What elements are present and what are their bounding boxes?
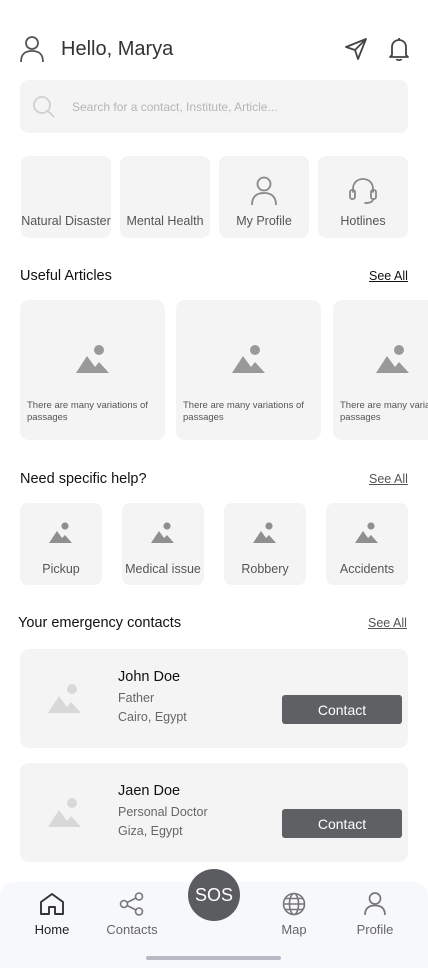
user-icon[interactable] xyxy=(20,35,44,63)
image-placeholder-icon xyxy=(355,522,378,543)
sos-button[interactable]: SOS xyxy=(188,869,240,921)
nav-label-map: Map xyxy=(281,922,307,937)
app-header: Hello, Marya xyxy=(20,34,410,64)
contact-card: Jaen Doe Personal Doctor Giza, Egypt Con… xyxy=(20,763,408,862)
bell-icon[interactable] xyxy=(387,36,411,62)
image-placeholder-icon xyxy=(376,345,409,373)
help-see-all-link[interactable]: See All xyxy=(369,472,408,486)
home-icon xyxy=(40,893,64,915)
home-indicator[interactable] xyxy=(146,956,281,960)
nav-label-profile: Profile xyxy=(356,922,394,937)
contact-name: Jaen Doe xyxy=(118,783,181,799)
user-icon xyxy=(364,892,386,916)
quick-action-natural-disaster[interactable]: Natural Disaster xyxy=(21,156,111,238)
nav-item-map[interactable]: Map xyxy=(259,892,329,937)
nav-item-contacts[interactable]: Contacts xyxy=(97,892,167,937)
send-icon[interactable] xyxy=(344,37,368,61)
quick-action-label: Mental Health xyxy=(126,214,204,228)
image-placeholder-icon xyxy=(253,522,276,543)
help-item-pickup[interactable]: Pickup xyxy=(20,503,102,585)
quick-action-label: Hotlines xyxy=(340,214,386,228)
help-section-title: Need specific help? xyxy=(20,471,147,487)
share-icon xyxy=(119,892,144,916)
search-bar[interactable] xyxy=(20,80,408,133)
search-input[interactable] xyxy=(72,94,392,120)
contact-relation: Father xyxy=(118,691,155,705)
quick-action-label: My Profile xyxy=(236,214,292,228)
quick-action-mental-health[interactable]: Mental Health xyxy=(120,156,210,238)
avatar-placeholder-icon xyxy=(48,684,81,713)
user-icon xyxy=(251,176,277,206)
help-item-robbery[interactable]: Robbery xyxy=(224,503,306,585)
contact-button[interactable]: Contact xyxy=(282,809,402,838)
image-placeholder-icon xyxy=(49,522,72,543)
nav-item-home[interactable]: Home xyxy=(17,892,87,937)
help-item-accidents[interactable]: Accidents xyxy=(326,503,408,585)
article-card[interactable]: There are many variations of passages xyxy=(20,300,165,440)
article-card[interactable]: There are many variations of passages xyxy=(176,300,321,440)
contact-location: Giza, Egypt xyxy=(118,824,183,838)
headset-icon xyxy=(349,178,377,204)
quick-action-label: Natural Disaster xyxy=(21,214,111,228)
contact-relation: Personal Doctor xyxy=(118,805,208,819)
globe-icon xyxy=(282,892,306,916)
contact-button[interactable]: Contact xyxy=(282,695,402,724)
article-text: There are many variations of passages xyxy=(27,400,148,423)
articles-section-title: Useful Articles xyxy=(20,268,112,284)
help-item-label: Pickup xyxy=(42,562,80,576)
image-placeholder-icon xyxy=(75,345,109,373)
nav-label-home: Home xyxy=(34,922,70,937)
article-card[interactable]: There are many variations of passages xyxy=(333,300,428,440)
contact-location: Cairo, Egypt xyxy=(118,710,187,724)
help-item-label: Robbery xyxy=(241,562,289,576)
image-placeholder-icon xyxy=(151,522,174,543)
nav-item-profile[interactable]: Profile xyxy=(340,892,410,937)
articles-see-all-link[interactable]: See All xyxy=(369,269,408,283)
contact-card: John Doe Father Cairo, Egypt Contact xyxy=(20,649,408,748)
article-text: There are many variations of passages xyxy=(183,400,304,423)
quick-action-my-profile[interactable]: My Profile xyxy=(219,156,309,238)
quick-action-hotlines[interactable]: Hotlines xyxy=(318,156,408,238)
help-item-medical-issue[interactable]: Medical issue xyxy=(122,503,204,585)
greeting-text: Hello, Marya xyxy=(61,38,174,60)
contacts-see-all-link[interactable]: See All xyxy=(368,616,407,630)
image-placeholder-icon xyxy=(231,345,265,373)
help-item-label: Medical issue xyxy=(125,562,201,576)
nav-label-contacts: Contacts xyxy=(106,922,158,937)
search-icon xyxy=(33,96,55,118)
article-text: There are many variations of passages xyxy=(340,400,428,423)
bottom-safe-area xyxy=(0,942,428,968)
contacts-section-title: Your emergency contacts xyxy=(18,615,182,631)
contact-name: John Doe xyxy=(118,669,181,685)
help-item-label: Accidents xyxy=(339,562,395,576)
avatar-placeholder-icon xyxy=(48,798,81,827)
